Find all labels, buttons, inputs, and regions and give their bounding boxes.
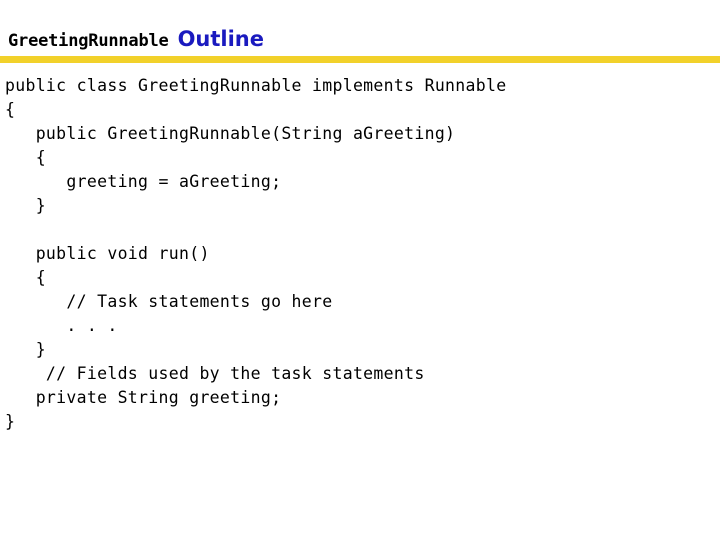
code-line: // Task statements go here	[5, 292, 333, 311]
code-line: public class GreetingRunnable implements…	[5, 76, 507, 95]
code-line: {	[5, 148, 46, 167]
code-block: public class GreetingRunnable implements…	[5, 74, 717, 434]
code-line: public GreetingRunnable(String aGreeting…	[5, 124, 456, 143]
slide-canvas: GreetingRunnable Outline public class Gr…	[0, 0, 720, 540]
code-line: private String greeting;	[5, 388, 282, 407]
code-line: }	[5, 340, 46, 359]
code-line: greeting = aGreeting;	[5, 172, 282, 191]
code-line: {	[5, 100, 16, 119]
code-line: }	[5, 196, 46, 215]
code-line: }	[5, 412, 16, 431]
code-line: {	[5, 268, 46, 287]
title-underline-rule	[0, 56, 720, 63]
code-line: public void run()	[5, 244, 210, 263]
code-line: // Fields used by the task statements	[5, 364, 425, 383]
title-heading-word: Outline	[177, 27, 264, 51]
code-line: . . .	[5, 316, 118, 335]
title-class-name: GreetingRunnable	[8, 31, 169, 51]
slide-title: GreetingRunnable Outline	[0, 28, 720, 56]
